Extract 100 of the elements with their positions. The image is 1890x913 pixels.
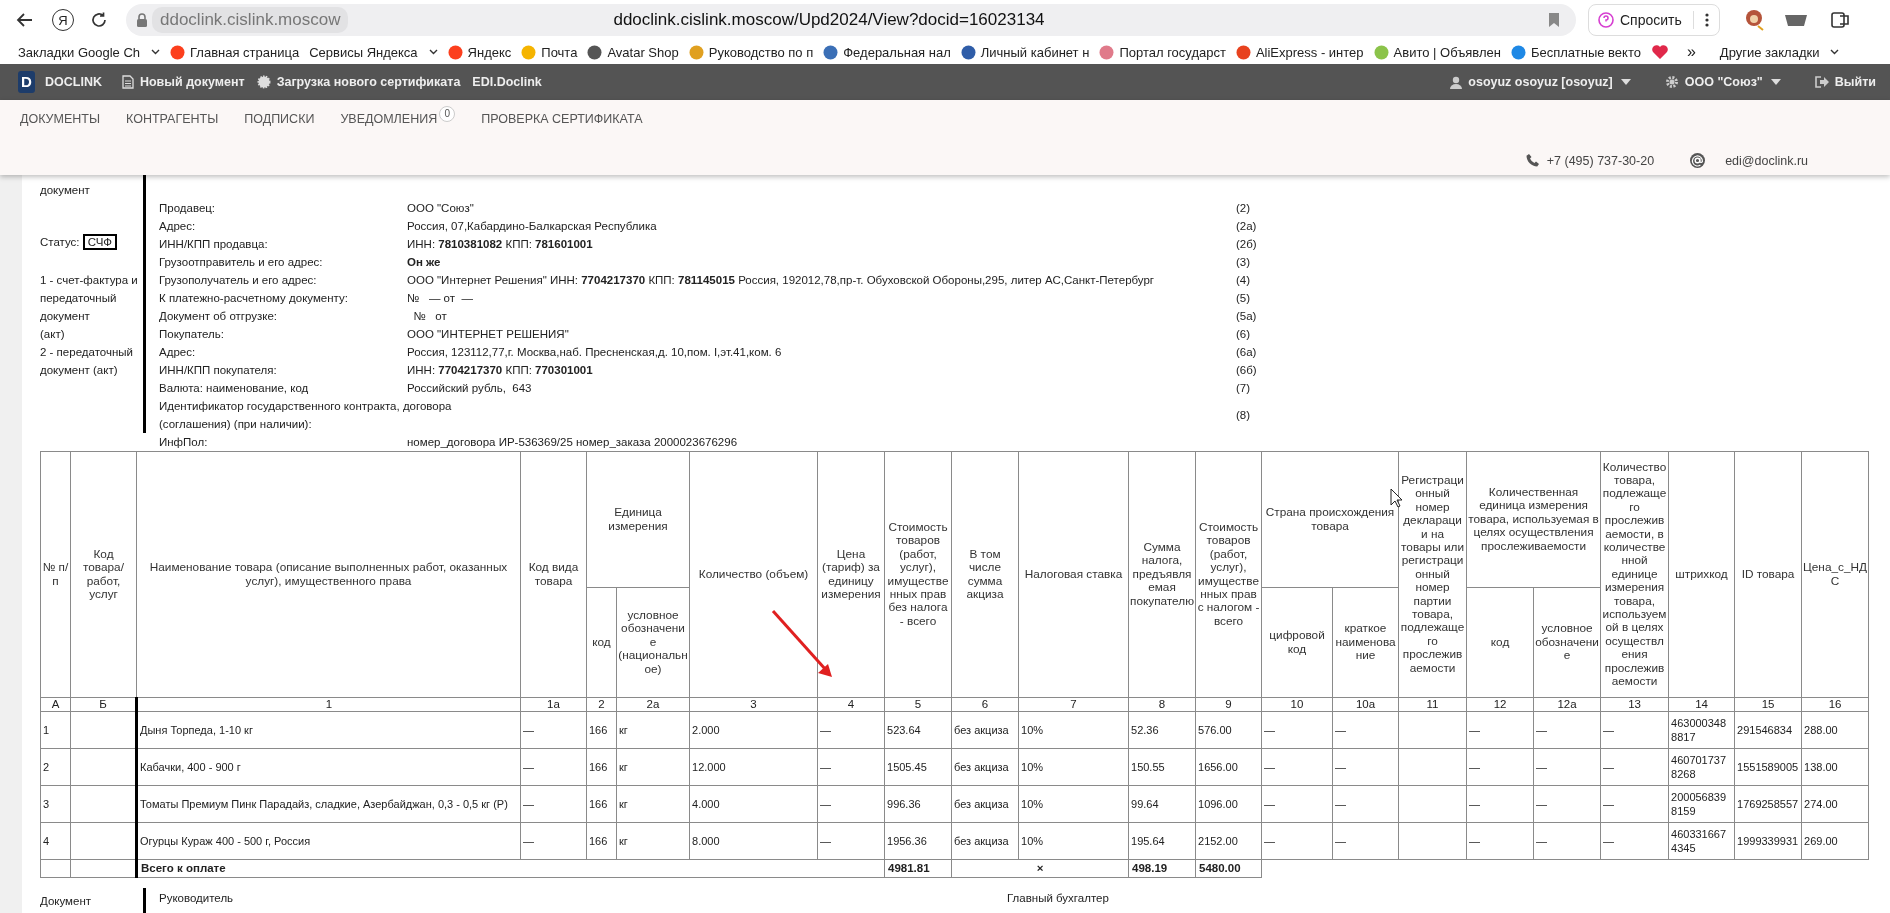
field-value: номер_договора ИР-536369/25 номер_заказа 2000023676296 [407, 435, 739, 450]
bookmark-link[interactable]: Почта [521, 44, 578, 60]
table-cell: 1551589005 [1734, 748, 1802, 786]
logo-badge[interactable]: D [18, 71, 35, 93]
panel-icon[interactable] [1829, 10, 1850, 30]
column-header: Регистрационный номер декларации на товары или регистрационный номер партии товара, подлежащего прослеживаемости [1398, 451, 1467, 698]
column-header: Стоимость товаров (работ, услуг), имущественных прав без налога - всего [884, 451, 952, 698]
field-code: (2) [1236, 201, 1252, 216]
table-cell: 1 [40, 711, 71, 749]
nav-tab[interactable]: ПОДПИСКИ [244, 111, 315, 126]
field-value: Он же [407, 255, 442, 270]
bookmark-icon[interactable] [1548, 12, 1560, 28]
table-cell: — [1332, 785, 1399, 823]
chat-sparkle-icon [1597, 11, 1615, 29]
bookmark-link[interactable]: Портал государст [1099, 44, 1226, 60]
field-value: ООО "Интернет Решения" ИНН: 7704217370 КПП: 781145015 Россия, 192012,78,пр-т. Обуховской Обороны,295, литер АС,Санкт-Петербург [407, 273, 1156, 288]
field-value: Россия, 123112,77,г. Москва,наб. Пресненская,д. 10,пом. I,эт.41,ком. 6 [407, 345, 783, 360]
mouse-pointer-icon [1390, 488, 1403, 508]
field-label: Адрес: [159, 345, 197, 360]
column-number: 6 [951, 697, 1019, 712]
field-label: ИнфПол: [159, 435, 209, 450]
bookmark-folder[interactable]: Закладки Google Ch [18, 44, 161, 60]
table-cell: 3 [40, 785, 71, 823]
site-icon [447, 44, 463, 60]
table-cell: 166 [586, 711, 617, 749]
table-cell: без акциза [951, 748, 1019, 786]
document-caption: документ [40, 183, 91, 198]
bookmark-link[interactable]: Главная страница [170, 44, 300, 60]
table-cell: 1999339931 [1734, 822, 1802, 860]
field-label: Покупатель: [159, 327, 225, 342]
bookmark-link[interactable]: Руководство по п [688, 44, 814, 60]
bookmark-link[interactable]: Яндекс [447, 44, 512, 60]
table-cell: Дыня Торпеда, 1-10 кг [136, 711, 521, 749]
bookmark-link[interactable]: Avatar Shop [587, 44, 679, 60]
organization-menu[interactable]: ООО "Союз" [1684, 75, 1781, 89]
brand-name[interactable]: DOCLINK [45, 75, 102, 89]
table-cell: кг [616, 711, 690, 749]
table-cell: — [520, 822, 587, 860]
column-header: Стоимость товаров (работ, услуг), имущественных прав с налогом - всего [1195, 451, 1262, 698]
bookmark-folder[interactable]: Сервисы Яндекса [309, 44, 438, 60]
user-menu[interactable]: osoyuz osoyuz [osoyuz] [1468, 75, 1631, 89]
table-cell: 10% [1018, 822, 1129, 860]
table-cell: 1096.00 [1195, 785, 1262, 823]
field-code: (4) [1236, 273, 1252, 288]
nav-tab[interactable]: ПРОВЕРКА СЕРТИФИКАТА [481, 111, 643, 126]
other-bookmarks-folder[interactable]: Другие закладки [1719, 44, 1840, 60]
bookmark-link[interactable]: Федеральная нал [823, 44, 951, 60]
nav-tab[interactable]: КОНТРАГЕНТЫ [126, 111, 219, 126]
table-cell: — [1332, 822, 1399, 860]
site-icon [521, 44, 537, 60]
site-icon [823, 44, 839, 60]
site-icon [688, 44, 704, 60]
bookmark-link[interactable]: AliExpress - интер [1235, 44, 1364, 60]
bookmark-link[interactable]: Бесплатные векто [1510, 44, 1641, 60]
field-value: ООО "ИНТЕРНЕТ РЕШЕНИЯ" [407, 327, 570, 342]
logout-button[interactable]: Выйти [1834, 75, 1876, 89]
table-cell: — [817, 748, 885, 786]
table-cell: Кабачки, 400 - 900 г [136, 748, 521, 786]
more-bookmarks-button[interactable]: » [1686, 43, 1696, 61]
column-number: 2а [616, 697, 690, 712]
heart-icon[interactable] [1650, 44, 1669, 60]
nav-tab[interactable]: ДОКУМЕНТЫ [20, 111, 101, 126]
column-number: 3 [689, 697, 818, 712]
table-cell: 1956.36 [884, 822, 952, 860]
address-bar[interactable]: ddoclink.cislink.moscow ddoclink.cislink.moscow/Upd2024/View?docid=16023134 [126, 4, 1576, 36]
table-cell: — [1261, 785, 1333, 823]
column-number: 8 [1128, 697, 1196, 712]
table-cell: 274.00 [1801, 785, 1869, 823]
menu-link[interactable]: EDI.Doclink [472, 75, 542, 89]
bookmark-link[interactable]: Личный кабинет н [960, 44, 1090, 60]
ask-button[interactable]: Спросить [1588, 4, 1720, 36]
reload-icon [89, 10, 109, 30]
caret-icon [428, 49, 438, 55]
menu-link[interactable]: Новый документ [139, 75, 245, 89]
nav-tab[interactable]: УВЕДОМЛЕНИЯ [340, 111, 438, 126]
site-icon [1373, 44, 1389, 60]
bookmark-link[interactable]: Авито | Объявлен [1373, 44, 1501, 60]
table-cell: 4 [40, 822, 71, 860]
column-header: Цена_с_НДС [1801, 451, 1869, 698]
column-number: 4 [817, 697, 885, 712]
table-cell: 523.64 [884, 711, 952, 749]
tray-icon[interactable] [1783, 12, 1808, 28]
column-number: А [40, 697, 71, 712]
table-cell: Огурцы Кураж 400 - 500 г, Россия [136, 822, 521, 860]
field-code: (6б) [1236, 363, 1258, 378]
menu-link[interactable]: Загрузка нового сертификата [276, 75, 461, 89]
caret-icon [1620, 79, 1631, 85]
table-cell: 166 [586, 822, 617, 860]
field-label: ИНН/КПП продавца: [159, 237, 269, 252]
email-address: edi@doclink.ru [1725, 153, 1808, 168]
kebab-menu-icon[interactable] [1704, 12, 1709, 28]
column-number: 14 [1668, 697, 1735, 712]
table-cell: — [1533, 748, 1601, 786]
field-code: (7) [1236, 381, 1252, 396]
table-cell: 12.000 [689, 748, 818, 786]
column-number: 10а [1332, 697, 1399, 712]
column-number: 15 [1734, 697, 1802, 712]
column-number: 1 [136, 697, 521, 712]
column-header: Единица измерения [586, 451, 690, 588]
table-cell: кг [616, 785, 690, 823]
